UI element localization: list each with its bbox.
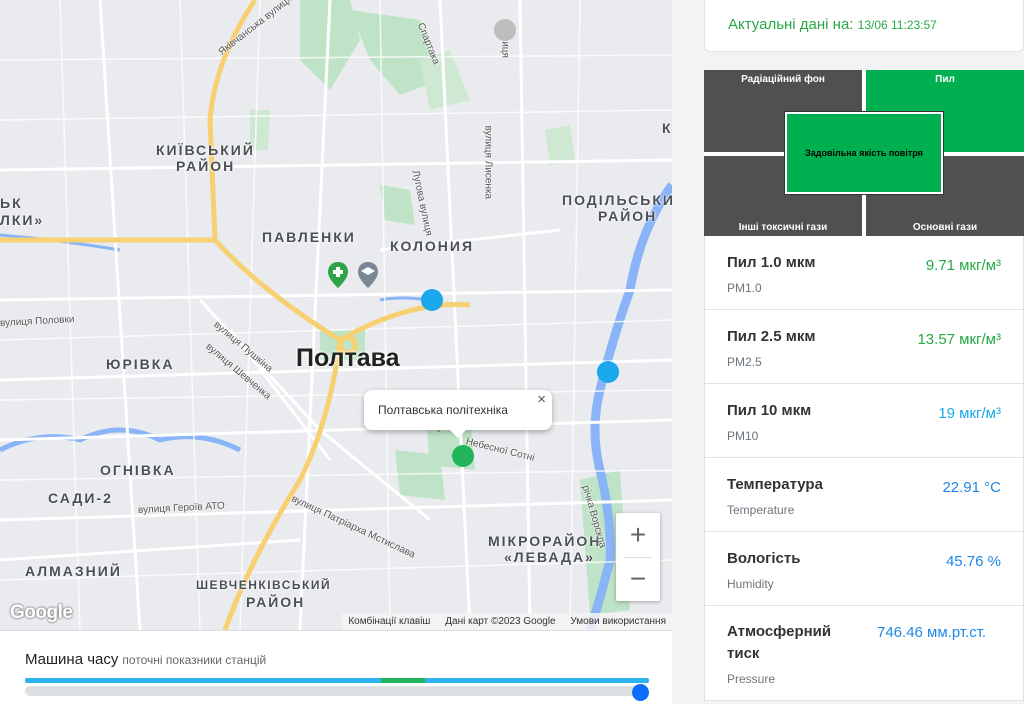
aq-cell-main-gases-label: Основні гази bbox=[912, 222, 978, 233]
district-label: К bbox=[662, 120, 672, 136]
zoom-divider bbox=[624, 557, 652, 558]
measurement-list: Пил 1.0 мкм PM1.0 9.71 мкг/м³ Пил 2.5 мкм PM… bbox=[704, 236, 1024, 701]
measurement-name: Вологість bbox=[727, 550, 801, 567]
measurement-value: 22.91 °C bbox=[942, 479, 1001, 496]
pharmacy-poi-icon[interactable] bbox=[328, 262, 348, 288]
district-label: Юрівка bbox=[106, 356, 175, 372]
measurement-code: PM10 bbox=[727, 429, 759, 443]
district-label: Київський bbox=[156, 142, 255, 158]
measurement-row[interactable]: Атмосферний тиск Pressure 746.46 мм.рт.ст. bbox=[704, 606, 1024, 701]
measurement-value: 9.71 мкг/м³ bbox=[925, 257, 1001, 274]
measurement-value: 13.57 мкг/м³ bbox=[917, 331, 1001, 348]
time-machine-title: Машина часу поточні показники станцій bbox=[25, 651, 266, 668]
station-marker[interactable] bbox=[597, 361, 619, 383]
time-machine-slider-handle[interactable] bbox=[632, 684, 649, 701]
station-marker[interactable] bbox=[494, 19, 516, 41]
district-label: Сади-2 bbox=[48, 490, 113, 506]
measurement-name: Пил 2.5 мкм bbox=[727, 328, 816, 345]
district-label: Подільський bbox=[562, 192, 672, 208]
time-machine: Машина часу поточні показники станцій bbox=[0, 630, 672, 704]
zoom-control: + − bbox=[616, 513, 660, 601]
district-label: район bbox=[176, 158, 236, 174]
time-machine-progress bbox=[25, 678, 649, 683]
time-machine-slider[interactable] bbox=[25, 686, 641, 696]
time-machine-progress-segment bbox=[381, 678, 425, 683]
measurement-value: 19 мкг/м³ bbox=[938, 405, 1001, 422]
measurement-value: 746.46 мм.рт.ст. bbox=[877, 624, 987, 641]
measurement-name: Атмосферний тиск bbox=[727, 623, 832, 662]
popup-station-name: Полтавська політехніка bbox=[378, 403, 508, 417]
university-poi-icon[interactable] bbox=[358, 262, 378, 288]
district-label: Павленки bbox=[262, 229, 356, 245]
measurement-name: Температура bbox=[727, 476, 823, 493]
update-time: 13/06 11:23:57 bbox=[857, 18, 937, 32]
time-machine-subtitle: поточні показники станцій bbox=[122, 653, 267, 667]
measurement-name: Пил 10 мкм bbox=[727, 402, 812, 419]
measurement-row[interactable]: Пил 10 мкм PM10 19 мкг/м³ bbox=[704, 384, 1024, 458]
measurement-code: Humidity bbox=[727, 577, 774, 591]
street-label: вулиця Лисенка bbox=[482, 125, 494, 200]
aq-cell-radiation-label: Радіаційний фон bbox=[741, 74, 825, 85]
district-label: Огнівка bbox=[100, 462, 176, 478]
measurement-code: PM2.5 bbox=[727, 355, 762, 369]
map-data-text: Дані карт ©2023 Google bbox=[445, 616, 556, 627]
station-marker[interactable] bbox=[452, 445, 474, 467]
measurement-row[interactable]: Пил 1.0 мкм PM1.0 9.71 мкг/м³ bbox=[704, 236, 1024, 310]
zoom-in-button[interactable]: + bbox=[616, 513, 660, 557]
district-label: район bbox=[246, 594, 306, 610]
district-label: Шевченківський bbox=[196, 578, 332, 592]
update-info: Актуальні дані на: 13/06 11:23:57 bbox=[704, 0, 1024, 52]
district-label: Колония bbox=[390, 238, 475, 254]
time-machine-label: Машина часу bbox=[25, 651, 119, 668]
air-quality-grid: Радіаційний фон Пил Інші токсичні гази О… bbox=[704, 70, 1024, 238]
district-label: лки» bbox=[0, 212, 45, 228]
measurement-code: Temperature bbox=[727, 503, 795, 517]
map-attribution: Комбінації клавіш Дані карт ©2023 Google… bbox=[342, 613, 672, 630]
station-popup: Полтавська політехніка × bbox=[364, 390, 552, 438]
measurement-row[interactable]: Вологість Humidity 45.76 % bbox=[704, 532, 1024, 606]
measurement-row[interactable]: Температура Temperature 22.91 °C bbox=[704, 458, 1024, 532]
measurement-row[interactable]: Пил 2.5 мкм PM2.5 13.57 мкг/м³ bbox=[704, 310, 1024, 384]
terms-link[interactable]: Умови використання bbox=[564, 616, 672, 627]
keyboard-shortcuts-link[interactable]: Комбінації клавіш bbox=[342, 616, 436, 627]
district-label: район bbox=[598, 208, 658, 224]
aq-overall-status: Задовільна якість повітря bbox=[784, 111, 944, 195]
measurement-name: Пил 1.0 мкм bbox=[727, 254, 816, 271]
district-label: Алмазний bbox=[25, 563, 122, 579]
district-label: «Левада» bbox=[504, 549, 595, 565]
measurement-code: PM1.0 bbox=[727, 281, 762, 295]
update-label-text: Актуальні дані на: bbox=[728, 16, 854, 33]
update-label: Актуальні дані на: 13/06 11:23:57 bbox=[728, 16, 937, 33]
station-panel: Актуальні дані на: 13/06 11:23:57 Радіац… bbox=[686, 0, 1024, 703]
district-label: ьк bbox=[0, 195, 23, 211]
google-logo[interactable]: Google bbox=[10, 602, 73, 624]
station-marker[interactable] bbox=[421, 289, 443, 311]
measurement-code: Pressure bbox=[727, 672, 776, 686]
district-label: Мікрорайон bbox=[488, 533, 602, 549]
city-label: Полтава bbox=[296, 344, 400, 372]
map-view[interactable]: КиївськийрайонПодільськийрайонПавленкиКо… bbox=[0, 0, 672, 630]
aq-cell-toxic-gases-label: Інші токсичні гази bbox=[738, 222, 828, 233]
aq-cell-dust-label: Пил bbox=[935, 74, 955, 85]
zoom-out-button[interactable]: − bbox=[616, 557, 660, 601]
popup-close-icon[interactable]: × bbox=[537, 391, 546, 408]
measurement-value: 45.76 % bbox=[945, 553, 1001, 570]
